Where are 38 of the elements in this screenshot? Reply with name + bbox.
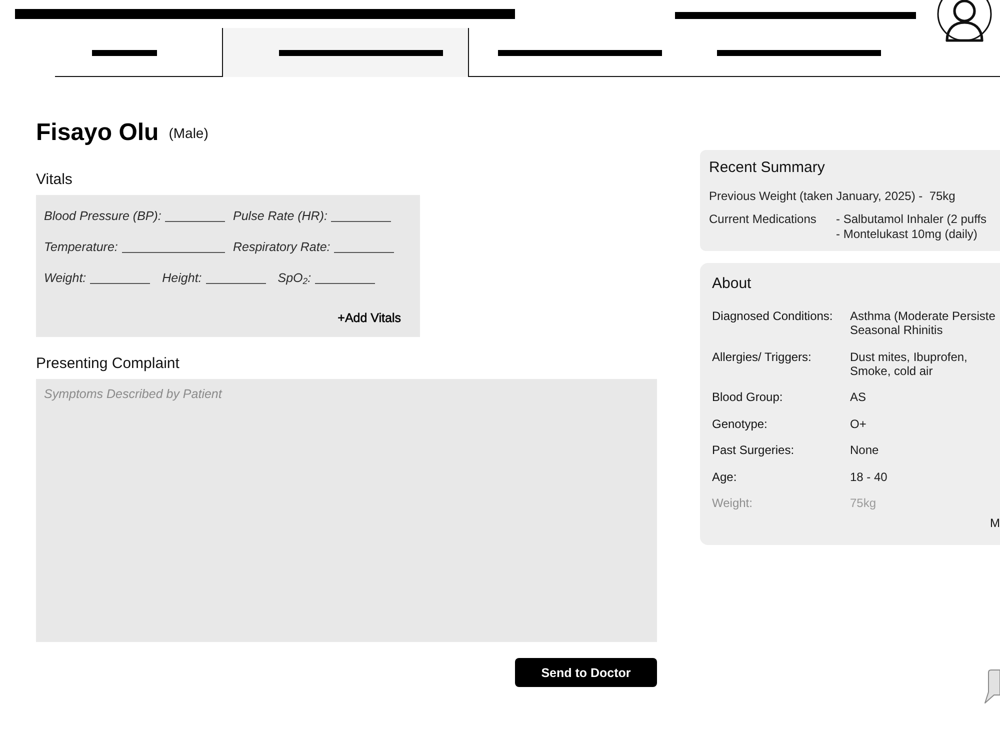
field-label: Genotype: [712, 416, 768, 430]
field-label: Weight: [44, 270, 86, 286]
user-avatar-icon[interactable] [937, 0, 993, 42]
field-label: Blood Pressure (BP): [44, 208, 162, 224]
field-label: Age: [712, 470, 738, 484]
complaint-field[interactable]: Symptoms Described by Patient [36, 379, 657, 642]
field-value: 18 - 40 [850, 470, 888, 484]
field-label: Weight: [712, 496, 754, 510]
field-label: Current Medications [709, 212, 818, 228]
field-value: Dust mites, Ibuprofen, Smoke, cold air [850, 350, 968, 378]
field-label: SpO$_{2}$: [278, 270, 312, 286]
field-label: Height: [162, 270, 202, 286]
section-title: Presenting Complaint [36, 354, 180, 374]
field-label: Diagnosed Conditions: [712, 309, 834, 325]
placeholder-bar [92, 50, 157, 56]
patient-name: Fisayo Olu [36, 118, 159, 148]
field-value: None [850, 443, 879, 457]
send-button[interactable]: Send to Doctor [515, 658, 657, 687]
card-title: About [712, 274, 752, 294]
field-label: Allergies/ Triggers: [712, 350, 812, 366]
summary-text: Previous Weight (taken January, 2025) - 75kg [709, 189, 956, 204]
field-value: O+ [850, 416, 866, 430]
field-label: Blood Group: [712, 390, 784, 404]
card-title: Recent Summary [709, 158, 826, 178]
field-label: Pulse Rate (HR): [233, 208, 328, 224]
field-value: AS [850, 390, 866, 404]
field-value: 75kg [850, 496, 876, 510]
add-vitals-button[interactable]: +Add Vitals [338, 310, 401, 326]
field-value: Asthma (Moderate Persiste Seasonal Rhinitis [850, 309, 996, 337]
field-label: Temperature: [44, 239, 118, 255]
tab[interactable] [222, 28, 469, 77]
panel-footer-text: M [990, 516, 1000, 530]
section-title: Vitals [36, 170, 74, 190]
field-label: Past Surgeries: [712, 443, 796, 457]
speech-bubble-icon[interactable] [984, 669, 1000, 704]
patient-sex: (Male) [168, 124, 208, 142]
field-label: Respiratory Rate: [233, 239, 330, 255]
field-value: - Salbutamol Inhaler (2 puffs - Montelukast 10mg (daily) [836, 212, 987, 242]
